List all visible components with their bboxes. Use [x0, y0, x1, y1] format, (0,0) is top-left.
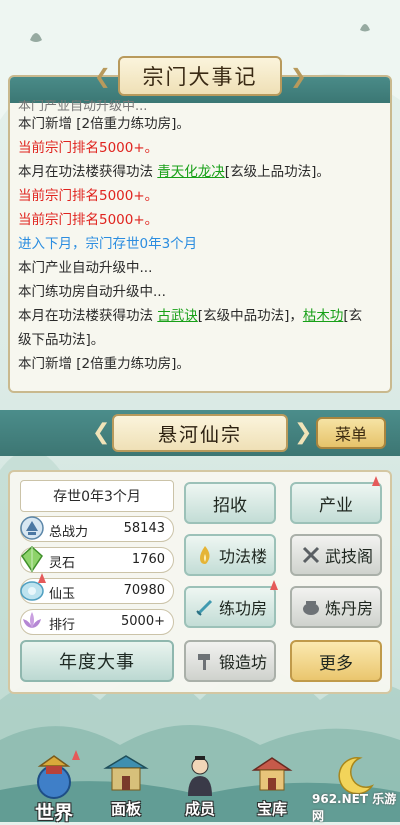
log-line: 本月在功法楼获得功法 青天化龙决[玄级上品功法]。 — [18, 160, 368, 184]
stat-ranking: 排行 5000+ — [20, 609, 174, 635]
log-line: 当前宗门排名5000+。 — [18, 212, 159, 228]
sect-name: 悬河仙宗 — [112, 414, 288, 452]
sect-age: 存世0年3个月 — [20, 480, 174, 512]
lotus-icon — [23, 612, 41, 628]
notification-dot-icon — [38, 573, 46, 583]
nav-panel-label: 面板 — [110, 800, 141, 818]
stat-label: 总战力 — [49, 525, 89, 540]
notification-dot-icon — [72, 750, 80, 760]
combat-power-icon — [20, 516, 44, 540]
recruit-button[interactable]: 招收 — [184, 482, 276, 524]
martial-pavilion-button[interactable]: 武技阁 — [290, 534, 382, 576]
notification-dot-icon — [372, 476, 380, 486]
notification-dot-icon — [270, 580, 278, 590]
cauldron-icon — [303, 601, 319, 615]
stat-label: 灵石 — [49, 556, 76, 571]
stat-value: 58143 — [123, 521, 165, 536]
watermark: 962.NET 乐游网 — [312, 792, 397, 823]
forge-label: 锻造坊 — [219, 653, 268, 672]
skill-link[interactable]: 青天化龙决 — [157, 164, 225, 180]
flame-icon — [200, 546, 210, 564]
year-events-button[interactable]: 年度大事 — [20, 640, 174, 682]
stat-combat-power: 总战力 58143 — [20, 516, 174, 542]
industry-button[interactable]: 产业 — [290, 482, 382, 524]
stat-value: 5000+ — [121, 614, 165, 629]
nav-world[interactable]: 世界 — [22, 752, 86, 824]
skill-link[interactable]: 古武诀 — [157, 308, 198, 324]
next-sect-arrow-icon[interactable]: ❯ — [294, 420, 312, 445]
treasure-pavilion-icon — [251, 757, 293, 791]
log-text: [玄级中品功法]， — [197, 308, 303, 324]
stat-value: 1760 — [131, 552, 165, 567]
training-room-label: 练功房 — [219, 599, 268, 618]
nav-members[interactable]: 成员 — [168, 752, 232, 820]
log-text: [玄级上品功法]。 — [224, 164, 330, 180]
sword-icon — [196, 599, 213, 616]
stat-value: 70980 — [123, 583, 165, 598]
chevron-left-icon: ❮ — [94, 64, 111, 88]
spirit-stone-icon — [21, 545, 43, 573]
log-text: 本月在功法楼获得功法 — [18, 164, 158, 180]
more-button[interactable]: 更多 — [290, 640, 382, 682]
stat-spirit-stone: 灵石 1760 — [20, 545, 174, 573]
log-line: 本门新增 [2倍重力练功房]。 — [18, 116, 190, 132]
prev-sect-arrow-icon[interactable]: ❮ — [92, 420, 110, 445]
alchemy-room-label: 炼丹房 — [325, 599, 374, 618]
nav-treasury-label: 宝库 — [256, 800, 287, 818]
chevron-right-icon: ❯ — [290, 64, 307, 88]
log-line: 本门练功房自动升级中... — [18, 284, 166, 300]
log-line: 本月在功法楼获得功法 古武诀[玄级中品功法]，枯木功[玄级下品功法]。 — [18, 304, 368, 352]
stat-label: 排行 — [49, 618, 76, 633]
crossed-swords-icon — [302, 546, 320, 564]
nav-treasury[interactable]: 宝库 — [240, 752, 304, 820]
hammer-icon — [198, 654, 210, 670]
log-line: 本门新增 [2倍重力练功房]。 — [18, 356, 190, 372]
log-line: 进入下月，宗门存世0年3个月 — [18, 236, 198, 252]
nav-members-label: 成员 — [184, 800, 215, 818]
temple-icon — [103, 755, 149, 791]
forge-button[interactable]: 锻造坊 — [184, 640, 276, 682]
nav-world-label: 世界 — [34, 802, 73, 824]
stat-label: 仙玉 — [49, 587, 76, 602]
log-text: 本月在功法楼获得功法 — [18, 308, 158, 324]
skill-hall-label: 功法楼 — [219, 547, 268, 566]
log-line: 当前宗门排名5000+。 — [18, 188, 159, 204]
chronicle-title: 宗门大事记 — [118, 56, 282, 96]
log-line: 当前宗门排名5000+。 — [18, 140, 159, 156]
log-line: 本门产业自动升级中... — [18, 260, 153, 276]
globe-pavilion-icon — [37, 755, 71, 799]
skill-link[interactable]: 枯木功 — [303, 308, 344, 324]
martial-pavilion-label: 武技阁 — [325, 547, 374, 566]
menu-button[interactable]: 菜单 — [316, 417, 386, 449]
skill-hall-button[interactable]: 功法楼 — [184, 534, 276, 576]
log-lines: 本门新增 [2倍重力练功房]。 当前宗门排名5000+。 本月在功法楼获得功法 青天… — [18, 112, 368, 376]
cultivator-icon — [188, 756, 212, 796]
training-room-button[interactable]: 练功房 — [184, 586, 276, 628]
event-log[interactable]: 本门产业自动升级中... 本门新增 [2倍重力练功房]。 当前宗门排名5000+。… — [18, 100, 368, 376]
alchemy-room-button[interactable]: 炼丹房 — [290, 586, 382, 628]
nav-panel[interactable]: 面板 — [94, 752, 158, 820]
log-line-clipped: 本门产业自动升级中... — [18, 100, 148, 112]
